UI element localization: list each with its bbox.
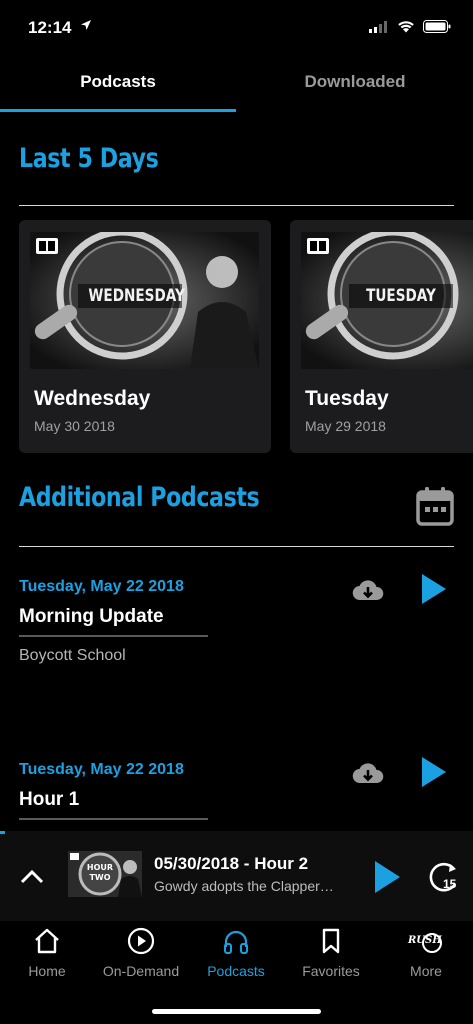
- now-playing-artwork: HOUR TWO: [68, 851, 142, 897]
- play-icon[interactable]: [420, 574, 446, 604]
- podcast-artwork: WEDNESDAY: [30, 232, 259, 369]
- episode-title: Hour 1: [19, 789, 80, 810]
- tabbar-label: Favorites: [302, 963, 360, 979]
- play-icon[interactable]: [420, 757, 446, 787]
- rush-logo-icon: RUSH: [406, 927, 446, 955]
- section-title-additional: Additional Podcasts: [19, 482, 260, 513]
- podcast-artwork-label: WEDNESDAY: [88, 286, 185, 306]
- cloud-download-icon[interactable]: [352, 763, 384, 785]
- calendar-icon[interactable]: [416, 486, 454, 526]
- podcast-artwork: TUESDAY: [301, 232, 473, 369]
- episode-title-underline: [19, 818, 208, 820]
- segment-tabs: Podcasts Downloaded: [0, 60, 473, 112]
- podcast-artwork-label: TUESDAY: [366, 286, 436, 306]
- play-icon[interactable]: [374, 861, 400, 893]
- bookmark-icon: [322, 928, 340, 954]
- now-playing-title: 05/30/2018 - Hour 2: [154, 854, 309, 873]
- section-divider: [19, 546, 454, 547]
- location-arrow-icon: [81, 20, 91, 30]
- now-playing-subtitle: Gowdy adopts the Clapper…: [154, 878, 334, 894]
- tabbar-home[interactable]: Home: [0, 927, 94, 979]
- play-circle-icon: [127, 927, 155, 955]
- podcast-card-date: May 29 2018: [305, 418, 386, 434]
- chevron-up-icon[interactable]: [20, 868, 44, 884]
- tabbar-more[interactable]: RUSH More: [379, 927, 473, 979]
- section-divider: [19, 205, 454, 206]
- now-playing-artwork-label: HOUR TWO: [86, 863, 114, 882]
- skip-seconds-label: 15: [443, 877, 457, 891]
- skip-forward-button[interactable]: 15: [428, 860, 462, 894]
- episode-date: Tuesday, May 22 2018: [19, 578, 184, 595]
- tabbar-label: More: [410, 963, 442, 979]
- status-bar: 12:14: [0, 0, 473, 56]
- tab-podcasts[interactable]: Podcasts: [0, 60, 236, 112]
- section-title-last-days: Last 5 Days: [19, 143, 159, 174]
- home-indicator: [152, 1009, 321, 1014]
- podcast-card-title: Wednesday: [34, 387, 151, 410]
- active-tab-indicator: [0, 109, 236, 112]
- tabbar-podcasts[interactable]: Podcasts: [189, 927, 283, 979]
- tab-downloaded[interactable]: Downloaded: [237, 60, 473, 112]
- rush-logo-text: RUSH: [408, 935, 442, 946]
- episode-date: Tuesday, May 22 2018: [19, 761, 184, 778]
- tabbar-label: On-Demand: [102, 963, 180, 979]
- episode-row[interactable]: Tuesday, May 22 2018 Hour 1: [0, 753, 473, 828]
- status-time: 12:14: [28, 18, 72, 37]
- cellular-signal-icon: [369, 20, 387, 33]
- tabbar-label: Home: [28, 963, 66, 979]
- battery-icon: [423, 20, 451, 33]
- tabbar-label: Podcasts: [207, 963, 265, 979]
- status-indicators: [369, 20, 451, 33]
- episode-title: Morning Update: [19, 606, 164, 627]
- podcast-card-title: Tuesday: [305, 387, 389, 410]
- cloud-download-icon[interactable]: [352, 580, 384, 602]
- podcast-card[interactable]: TUESDAY Tuesday May 29 2018: [290, 220, 473, 453]
- episode-row[interactable]: Tuesday, May 22 2018 Morning Update Boyc…: [0, 570, 473, 680]
- headphones-icon: [224, 930, 248, 954]
- episode-subtitle: Boycott School: [19, 647, 126, 664]
- wifi-icon: [398, 21, 414, 33]
- home-icon: [35, 928, 59, 954]
- tabbar-favorites[interactable]: Favorites: [284, 927, 378, 979]
- podcast-card-date: May 30 2018: [34, 418, 115, 434]
- tabbar-on-demand[interactable]: On-Demand: [94, 927, 188, 979]
- mini-player-progress: [0, 831, 5, 834]
- podcast-card[interactable]: WEDNESDAY Wednesday May 30 2018: [19, 220, 271, 453]
- episode-title-underline: [19, 635, 208, 637]
